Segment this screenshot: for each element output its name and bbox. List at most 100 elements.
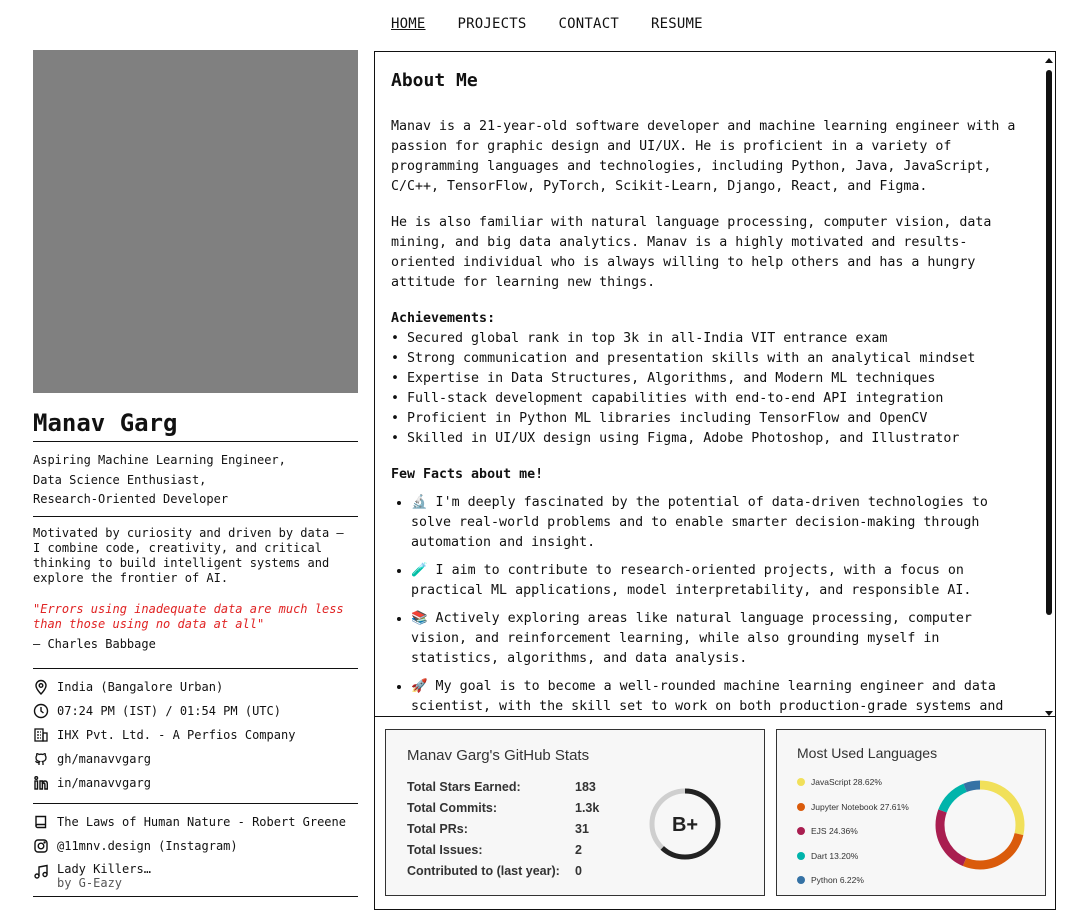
legend-label: Dart 13.20% bbox=[811, 850, 859, 861]
stat-row: Total PRs: 31 bbox=[407, 818, 599, 839]
scroll-up-arrow[interactable] bbox=[1045, 58, 1053, 63]
achievements-heading: Achievements: bbox=[391, 311, 496, 326]
achievement-item: • Secured global rank in top 3k in all-I… bbox=[391, 331, 888, 346]
stat-label: Total PRs: bbox=[407, 821, 468, 836]
profile-bio: Motivated by curiosity and driven by dat… bbox=[33, 525, 344, 585]
github-stats-card: Manav Garg's GitHub Stats Total Stars Ea… bbox=[385, 729, 765, 896]
grade-ring: B+ bbox=[649, 788, 721, 860]
legend-label: Jupyter Notebook 27.61% bbox=[811, 801, 909, 812]
song-row: Lady Killers… by G-Eazy bbox=[33, 858, 358, 890]
stat-value: 2 bbox=[575, 842, 582, 857]
stat-label: Total Issues: bbox=[407, 842, 483, 857]
stat-row: Total Issues: 2 bbox=[407, 839, 599, 860]
profile-roles: Aspiring Machine Learning Engineer, Data… bbox=[33, 442, 358, 517]
achievement-item: • Full-stack development capabilities wi… bbox=[391, 391, 944, 406]
fact-item: 🧪 I aim to contribute to research-orient… bbox=[411, 561, 1025, 601]
legend-dot bbox=[797, 851, 805, 860]
languages-legend: JavaScript 28.62% Jupyter Notebook 27.61%… bbox=[797, 770, 909, 893]
role-line: Data Science Enthusiast, bbox=[33, 472, 207, 487]
legend-dot bbox=[797, 827, 805, 836]
quote-author: — Charles Babbage bbox=[33, 637, 358, 669]
stat-label: Total Stars Earned: bbox=[407, 779, 521, 794]
nav-home-link[interactable]: HOME bbox=[391, 16, 426, 32]
facts-heading: Few Facts about me! bbox=[391, 467, 544, 482]
achievement-item: • Skilled in UI/UX design using Figma, A… bbox=[391, 431, 960, 446]
stat-row: Total Commits: 1.3k bbox=[407, 797, 599, 818]
fact-item: 📚 Actively exploring areas like natural … bbox=[411, 609, 1025, 669]
stat-label: Total Commits: bbox=[407, 800, 498, 815]
stat-row: Total Stars Earned: 183 bbox=[407, 776, 599, 797]
stat-row: Contributed to (last year): 0 bbox=[407, 860, 599, 881]
quote-text: "Errors using inadequate data are much l… bbox=[33, 601, 344, 631]
profile-sidebar: Manav Garg Aspiring Machine Learning Eng… bbox=[33, 50, 358, 897]
achievement-item: • Proficient in Python ML libraries incl… bbox=[391, 411, 928, 426]
about-heading: About Me bbox=[391, 70, 478, 91]
github-stats-title: Manav Garg's GitHub Stats bbox=[407, 747, 590, 764]
interests-info: The Laws of Human Nature - Robert Greene… bbox=[33, 804, 358, 897]
language-legend-item: Jupyter Notebook 27.61% bbox=[797, 795, 909, 820]
nav-contact-link[interactable]: CONTACT bbox=[559, 16, 619, 32]
fact-item: 🔬 I'm deeply fascinated by the potential… bbox=[411, 493, 1025, 553]
top-nav: HOME PROJECTS CONTACT RESUME bbox=[391, 16, 703, 32]
achievements-list: • Secured global rank in top 3k in all-I… bbox=[391, 329, 1025, 449]
stat-label: Contributed to (last year): bbox=[407, 863, 560, 878]
legend-dot bbox=[797, 802, 805, 811]
instagram-link[interactable]: @11mnv.design (Instagram) bbox=[57, 839, 238, 853]
github-link[interactable]: gh/manavvgarg bbox=[57, 752, 151, 766]
about-paragraph: Manav is a 21-year-old software develope… bbox=[391, 119, 1016, 194]
legend-dot bbox=[797, 778, 805, 787]
clock-icon bbox=[33, 703, 49, 718]
language-legend-item: EJS 24.36% bbox=[797, 819, 909, 844]
book-row: The Laws of Human Nature - Robert Greene bbox=[33, 810, 358, 834]
languages-title: Most Used Languages bbox=[797, 745, 938, 761]
achievement-item: • Expertise in Data Structures, Algorith… bbox=[391, 371, 936, 386]
stat-value: 0 bbox=[575, 863, 582, 878]
role-line: Research-Oriented Developer bbox=[33, 492, 229, 506]
facts-list: 🔬 I'm deeply fascinated by the potential… bbox=[391, 493, 1025, 716]
scrollbar[interactable] bbox=[1045, 58, 1053, 716]
company-text: IHX Pvt. Ltd. - A Perfios Company bbox=[57, 727, 296, 742]
role-line: Aspiring Machine Learning Engineer, bbox=[33, 453, 286, 467]
building-icon bbox=[34, 727, 48, 742]
book-text: The Laws of Human Nature - Robert Greene bbox=[57, 814, 346, 829]
languages-card: Most Used Languages JavaScript 28.62% Jup… bbox=[776, 729, 1046, 896]
scrollbar-thumb[interactable] bbox=[1046, 70, 1052, 615]
contact-info: India (Bangalore Urban) 07:24 PM (IST) /… bbox=[33, 669, 358, 804]
profile-name: Manav Garg bbox=[33, 409, 358, 442]
profile-photo bbox=[33, 50, 358, 393]
about-paragraph: He is also familiar with natural languag… bbox=[391, 215, 992, 290]
language-legend-item: Python 6.22% bbox=[797, 868, 909, 893]
song-title: Lady Killers… bbox=[57, 861, 151, 876]
instagram-icon bbox=[34, 838, 48, 853]
linkedin-icon bbox=[34, 775, 48, 790]
stat-value: 31 bbox=[575, 821, 589, 836]
github-row[interactable]: gh/manavvgarg bbox=[33, 747, 358, 771]
about-scroll-area[interactable]: About Me Manav is a 21-year-old software… bbox=[375, 52, 1055, 717]
time-row: 07:24 PM (IST) / 01:54 PM (UTC) bbox=[33, 699, 358, 723]
linkedin-row[interactable]: in/manavvgarg bbox=[33, 771, 358, 795]
book-icon bbox=[35, 815, 47, 828]
legend-label: JavaScript 28.62% bbox=[811, 777, 882, 788]
legend-label: Python 6.22% bbox=[811, 875, 864, 886]
stat-value: 183 bbox=[575, 779, 596, 794]
music-note-icon bbox=[34, 864, 48, 879]
location-text: India (Bangalore Urban) bbox=[57, 679, 224, 694]
languages-donut bbox=[935, 780, 1025, 870]
scroll-down-arrow[interactable] bbox=[1045, 711, 1053, 716]
legend-label: EJS 24.36% bbox=[811, 826, 858, 837]
instagram-row[interactable]: @11mnv.design (Instagram) bbox=[33, 834, 358, 858]
map-pin-icon bbox=[35, 679, 47, 695]
language-legend-item: JavaScript 28.62% bbox=[797, 770, 909, 795]
achievement-item: • Strong communication and presentation … bbox=[391, 351, 976, 366]
legend-dot bbox=[797, 876, 805, 885]
fact-item: 🚀 My goal is to become a well-rounded ma… bbox=[411, 677, 1025, 716]
stat-value: 1.3k bbox=[575, 800, 600, 815]
main-panel: About Me Manav is a 21-year-old software… bbox=[374, 51, 1056, 910]
linkedin-link[interactable]: in/manavvgarg bbox=[57, 776, 151, 790]
song-artist: by G-Eazy bbox=[57, 875, 123, 890]
time-text: 07:24 PM (IST) / 01:54 PM (UTC) bbox=[57, 703, 281, 718]
nav-projects-link[interactable]: PROJECTS bbox=[458, 16, 527, 32]
nav-resume-link[interactable]: RESUME bbox=[651, 16, 703, 32]
github-stats-table: Total Stars Earned: 183 Total Commits: 1.3… bbox=[407, 776, 599, 881]
location-row: India (Bangalore Urban) bbox=[33, 675, 358, 699]
